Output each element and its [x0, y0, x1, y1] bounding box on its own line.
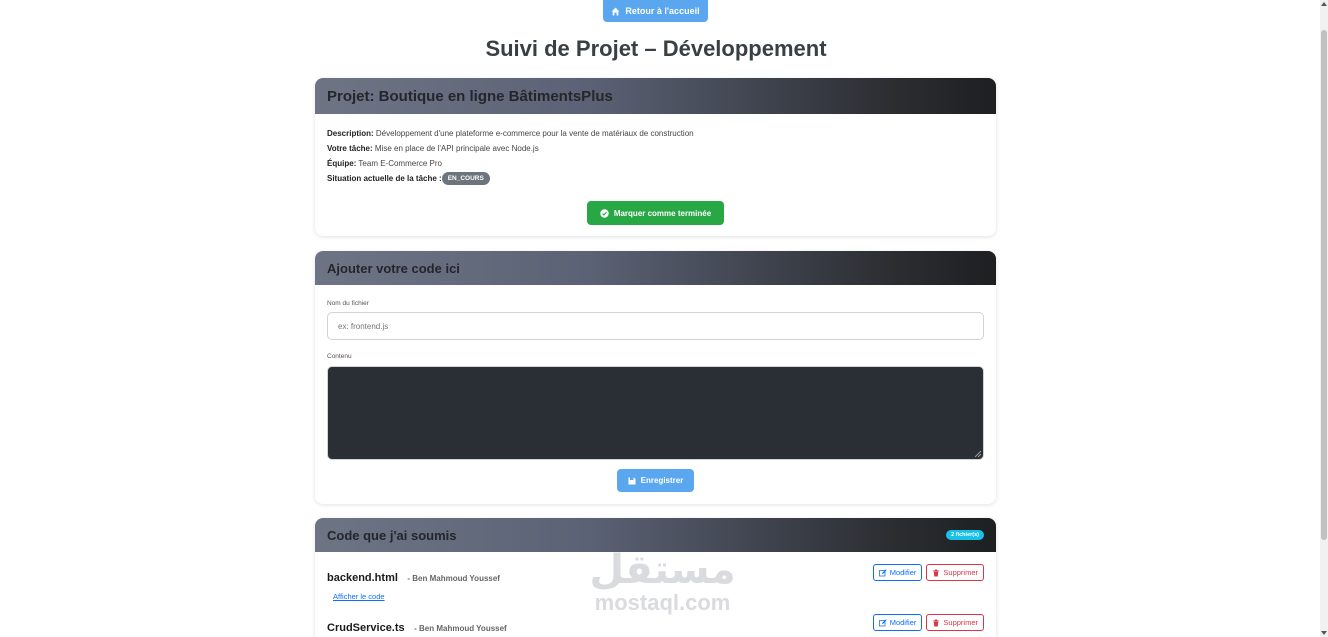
watermark: مستقل mostaql.com	[580, 548, 745, 614]
file-actions: Modifier Supprimer	[872, 614, 984, 631]
delete-button[interactable]: Supprimer	[926, 614, 984, 631]
team-value: Team E-Commerce Pro	[358, 159, 442, 168]
add-code-header: Ajouter votre code ici	[315, 251, 996, 285]
watermark-arabic: مستقل	[589, 547, 736, 593]
submitted-title: Code que j'ai soumis	[327, 527, 457, 543]
content-label: Contenu	[327, 353, 352, 360]
project-details: Description: Développement d'une platefo…	[315, 114, 996, 198]
task-line: Votre tâche: Mise en place de l'API prin…	[327, 141, 984, 156]
status-line: Situation actuelle de la tâche : EN_COURS	[327, 171, 984, 186]
team-label: Équipe:	[327, 159, 357, 168]
file-name: CrudService.ts	[327, 622, 405, 634]
edit-icon	[878, 568, 887, 576]
file-author: - Ben Mahmoud Youssef	[414, 624, 507, 633]
save-label: Enregistrer	[640, 476, 684, 485]
scrollbar-thumb[interactable]	[1321, 30, 1327, 540]
add-code-card: Ajouter votre code ici Nom du fichier Co…	[315, 251, 996, 504]
watermark-latin: mostaql.com	[594, 590, 731, 615]
task-label: Votre tâche:	[327, 144, 373, 153]
page-scrollbar[interactable]	[1320, 0, 1328, 637]
list-item: CrudService.ts - Ben Mahmoud Youssef Mod…	[327, 614, 984, 636]
view-code-link[interactable]: Afficher le code	[333, 592, 385, 601]
page-title: Suivi de Projet – Développement	[485, 36, 827, 61]
task-value: Mise en place de l'API principale avec N…	[374, 144, 539, 153]
project-title: Projet: Boutique en ligne BâtimentsPlus	[327, 87, 613, 105]
add-code-title: Ajouter votre code ici	[327, 260, 460, 276]
floppy-disk-icon	[628, 477, 636, 484]
resize-grip-icon[interactable]	[974, 450, 982, 458]
check-circle-icon	[600, 208, 609, 218]
scroll-up-icon[interactable]	[1321, 2, 1327, 6]
project-card: Projet: Boutique en ligne BâtimentsPlus …	[315, 78, 996, 236]
edit-button[interactable]: Modifier	[872, 614, 923, 631]
description-label: Description:	[327, 129, 374, 138]
description-value: Développement d'une plateforme e-commerc…	[375, 129, 694, 138]
delete-label: Supprimer	[943, 618, 978, 627]
save-button[interactable]: Enregistrer	[617, 469, 694, 492]
edit-label: Modifier	[889, 618, 917, 627]
mark-done-button[interactable]: Marquer comme terminée	[587, 201, 724, 225]
home-icon	[611, 7, 620, 15]
edit-label: Modifier	[889, 568, 917, 577]
delete-button[interactable]: Supprimer	[926, 564, 984, 581]
file-author: - Ben Mahmoud Youssef	[407, 574, 500, 583]
home-button[interactable]: Retour à l'accueil	[603, 0, 708, 22]
trash-icon	[933, 619, 940, 626]
trash-icon	[933, 569, 940, 576]
filename-input[interactable]	[327, 312, 984, 340]
status-badge: EN_COURS	[441, 172, 490, 186]
mark-done-label: Marquer comme terminée	[613, 208, 712, 218]
delete-label: Supprimer	[943, 568, 978, 577]
file-count-badge: 2 fichier(s)	[946, 530, 984, 540]
filename-label: Nom du fichier	[327, 300, 369, 307]
content-textarea[interactable]	[327, 366, 984, 460]
edit-button[interactable]: Modifier	[872, 564, 923, 581]
home-button-label: Retour à l'accueil	[625, 6, 700, 16]
description-line: Description: Développement d'une platefo…	[327, 126, 984, 141]
file-actions: Modifier Supprimer	[872, 564, 984, 581]
team-line: Équipe: Team E-Commerce Pro	[327, 156, 984, 171]
project-card-header: Projet: Boutique en ligne BâtimentsPlus	[315, 78, 996, 114]
scroll-down-icon[interactable]	[1321, 631, 1327, 635]
file-name: backend.html	[327, 572, 398, 584]
page: Retour à l'accueil Suivi de Projet – Dév…	[0, 0, 1320, 637]
edit-icon	[878, 618, 887, 626]
status-label: Situation actuelle de la tâche :	[327, 174, 442, 183]
